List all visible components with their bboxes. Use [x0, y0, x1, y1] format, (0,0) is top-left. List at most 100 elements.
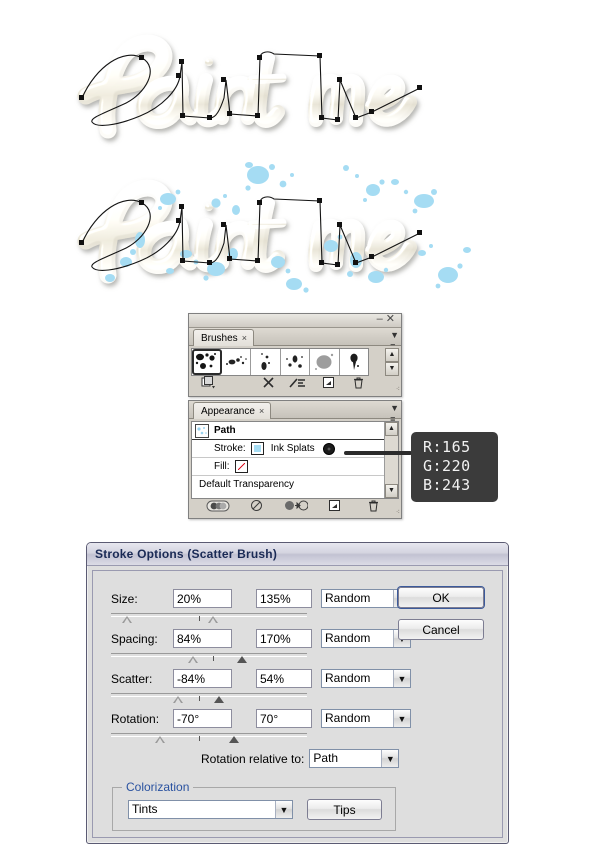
rotation-slider-max-thumb[interactable]: [229, 736, 240, 743]
spacing-slider-track: [111, 653, 307, 657]
transparency-label: Default Transparency: [199, 479, 295, 490]
minimize-icon[interactable]: –: [377, 313, 386, 325]
brush-thumb-3[interactable]: [251, 349, 281, 375]
appearance-panel-toolbar: ⁖: [189, 499, 401, 517]
scatter-min-input[interactable]: -84%: [173, 669, 232, 688]
tab-close-icon[interactable]: ×: [259, 406, 264, 416]
rotation-slider-min-thumb[interactable]: [155, 736, 165, 743]
rotation-row: Rotation: -70° 70° Random ▼: [111, 709, 411, 728]
screenshot-root: –✕ Brushes× ▼≡: [0, 0, 600, 860]
colorization-method-select[interactable]: Tints ▼: [128, 800, 293, 819]
color-blue-value: B:243: [423, 476, 471, 494]
rotation-min-input[interactable]: -70°: [173, 709, 232, 728]
add-new-stroke-icon[interactable]: [203, 500, 233, 517]
scatter-slider-max-thumb[interactable]: [213, 696, 224, 703]
tab-brushes-label: Brushes: [201, 333, 238, 344]
spacing-slider-min-thumb[interactable]: [188, 656, 199, 663]
brushes-panel[interactable]: –✕ Brushes× ▼≡: [188, 313, 402, 397]
brushes-panel-toolbar: ⁖: [189, 376, 401, 394]
spacing-min-input[interactable]: 84%: [173, 629, 232, 648]
artwork-paint-me-plain: [20, 18, 580, 158]
size-slider-min-thumb[interactable]: [121, 616, 132, 623]
brush-thumb-ink-splats[interactable]: [192, 349, 222, 375]
appearance-panel[interactable]: Appearance× ▼≡ Path Stroke: Ink Splats: [188, 400, 402, 519]
new-brush-icon[interactable]: [313, 376, 343, 394]
ok-button[interactable]: OK: [398, 587, 484, 608]
dialog-titlebar[interactable]: Stroke Options (Scatter Brush): [87, 543, 508, 566]
rotation-slider[interactable]: [111, 733, 307, 745]
spacing-slider-tick: [212, 656, 214, 661]
chevron-down-icon[interactable]: ▼: [381, 750, 399, 767]
appearance-row-path[interactable]: Path: [192, 422, 398, 440]
brushes-window-buttons[interactable]: –✕: [377, 313, 398, 326]
scatter-slider[interactable]: [111, 693, 307, 705]
scatter-max-input[interactable]: 54%: [256, 669, 312, 688]
stroke-color-swatch[interactable]: [250, 442, 264, 455]
path-thumbnail: [195, 423, 209, 438]
options-of-selected-object-icon[interactable]: [283, 376, 313, 394]
spacing-max-input[interactable]: 170%: [256, 629, 312, 648]
spacing-slider[interactable]: [111, 653, 307, 665]
chevron-down-icon[interactable]: ▼: [275, 801, 292, 818]
rotation-mode-select[interactable]: Random ▼: [321, 709, 411, 728]
chevron-down-icon[interactable]: ▼: [393, 670, 410, 687]
stroke-options-dialog[interactable]: Stroke Options (Scatter Brush) Size: 20%…: [86, 542, 509, 844]
tab-close-icon[interactable]: ×: [242, 333, 247, 343]
brush-thumb-2[interactable]: [221, 349, 251, 375]
scroll-down-icon[interactable]: ▼: [385, 362, 399, 376]
delete-selected-item-icon[interactable]: [359, 499, 389, 517]
rotation-relative-label: Rotation relative to:: [201, 751, 305, 766]
fill-none-swatch[interactable]: [234, 460, 248, 473]
appearance-row-transparency[interactable]: Default Transparency: [192, 476, 398, 493]
panel-resize-grip[interactable]: ⁖: [396, 508, 400, 516]
scroll-down-icon[interactable]: ▼: [385, 484, 398, 498]
size-slider-max-thumb[interactable]: [207, 616, 218, 623]
lettering-shadow-group: [77, 34, 417, 139]
spacing-label: Spacing:: [111, 631, 158, 646]
stroke-label: Stroke:: [214, 443, 246, 454]
appearance-row-fill[interactable]: Fill:: [192, 458, 398, 476]
size-slider[interactable]: [111, 613, 307, 625]
scatter-row: Scatter: -84% 54% Random ▼: [111, 669, 411, 688]
panel-resize-grip[interactable]: ⁖: [396, 385, 400, 393]
artwork-plain-svg: [77, 34, 422, 139]
colorization-method-value: Tints: [129, 801, 275, 818]
rotation-relative-row: Rotation relative to: Path ▼: [201, 749, 400, 768]
rotation-max-input[interactable]: 70°: [256, 709, 312, 728]
brushes-panel-titlebar[interactable]: –✕: [189, 313, 401, 328]
delete-brush-icon[interactable]: [343, 376, 373, 394]
brush-libraries-menu-icon[interactable]: [193, 376, 223, 394]
duplicate-selected-item-icon[interactable]: [320, 499, 350, 517]
appearance-scrollbar[interactable]: ▲ ▼: [384, 422, 398, 498]
close-icon[interactable]: ✕: [386, 313, 398, 325]
brush-thumb-4[interactable]: [280, 349, 310, 375]
size-max-input[interactable]: 135%: [256, 589, 312, 608]
color-green-value: G:220: [423, 457, 471, 475]
size-min-input[interactable]: 20%: [173, 589, 232, 608]
brush-thumb-5[interactable]: [310, 349, 340, 375]
dialog-title: Stroke Options (Scatter Brush): [95, 547, 278, 561]
chevron-down-icon[interactable]: ▼: [393, 710, 410, 727]
tips-button[interactable]: Tips: [307, 799, 382, 820]
brushes-scrollbar[interactable]: ▲ ▼: [385, 348, 399, 376]
scatter-label: Scatter:: [111, 671, 153, 686]
spacing-slider-max-thumb[interactable]: [237, 656, 248, 663]
reduce-to-basic-appearance-icon[interactable]: [281, 499, 311, 517]
scatter-slider-min-thumb[interactable]: [172, 696, 183, 703]
scroll-up-icon[interactable]: ▲: [385, 422, 398, 436]
colorization-title: Colorization: [122, 780, 194, 794]
rotation-relative-select[interactable]: Path ▼: [309, 749, 400, 768]
rotation-slider-track: [111, 733, 307, 737]
brush-grid[interactable]: [191, 348, 369, 376]
appearance-row-stroke[interactable]: Stroke: Ink Splats: [192, 440, 398, 458]
clear-appearance-icon[interactable]: [242, 499, 272, 517]
dialog-content: Size: 20% 135% Random ▼ Spacing: 84%: [92, 570, 503, 838]
tab-appearance[interactable]: Appearance ×: [193, 402, 272, 419]
cancel-button[interactable]: Cancel: [398, 619, 484, 640]
scatter-mode-select[interactable]: Random ▼: [321, 669, 411, 688]
remove-brush-stroke-icon[interactable]: [253, 376, 283, 394]
scroll-up-icon[interactable]: ▲: [385, 348, 399, 362]
brush-thumb-6[interactable]: [339, 349, 368, 375]
appearance-list[interactable]: Path Stroke: Ink Splats Fill: Default Tr…: [191, 421, 399, 499]
tab-brushes[interactable]: Brushes ×: [193, 329, 254, 346]
